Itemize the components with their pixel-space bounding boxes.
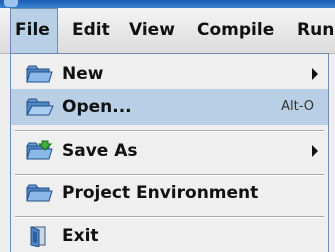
menu-item-label: Exit	[62, 226, 99, 246]
app-icon	[4, 0, 18, 7]
submenu-arrow-icon	[312, 145, 318, 157]
exit-door-icon	[25, 225, 55, 248]
menu-item-open[interactable]: Open... Alt-O	[11, 89, 328, 125]
menu-item-project-environment[interactable]: Project Environment	[11, 175, 328, 211]
file-menu-dropdown: New Open... Alt-O Save As Project Enviro…	[10, 53, 329, 252]
folder-icon	[25, 63, 55, 85]
menu-edit[interactable]: Edit	[68, 8, 114, 53]
title-bar	[0, 0, 335, 8]
menu-file[interactable]: File	[10, 8, 58, 53]
menu-item-label: Project Environment	[62, 183, 259, 203]
menu-item-save-as[interactable]: Save As	[11, 133, 328, 169]
save-folder-icon	[25, 140, 55, 162]
submenu-arrow-icon	[312, 68, 318, 80]
menu-compile[interactable]: Compile	[193, 8, 278, 53]
menu-separator	[15, 130, 324, 132]
menu-bar: File Edit View Compile Run	[0, 8, 335, 54]
menu-view[interactable]: View	[125, 8, 179, 53]
project-folder-icon	[25, 182, 55, 204]
menu-item-new[interactable]: New	[11, 56, 328, 92]
menu-run[interactable]: Run	[293, 8, 335, 53]
menu-item-label: New	[62, 64, 104, 84]
menu-item-label: Open...	[62, 97, 132, 117]
app-window: File Edit View Compile Run New Open... A…	[0, 0, 335, 252]
menu-item-label: Save As	[62, 141, 138, 161]
menu-item-exit[interactable]: Exit	[11, 218, 328, 252]
open-folder-icon	[25, 96, 55, 118]
keyboard-shortcut: Alt-O	[281, 99, 314, 114]
